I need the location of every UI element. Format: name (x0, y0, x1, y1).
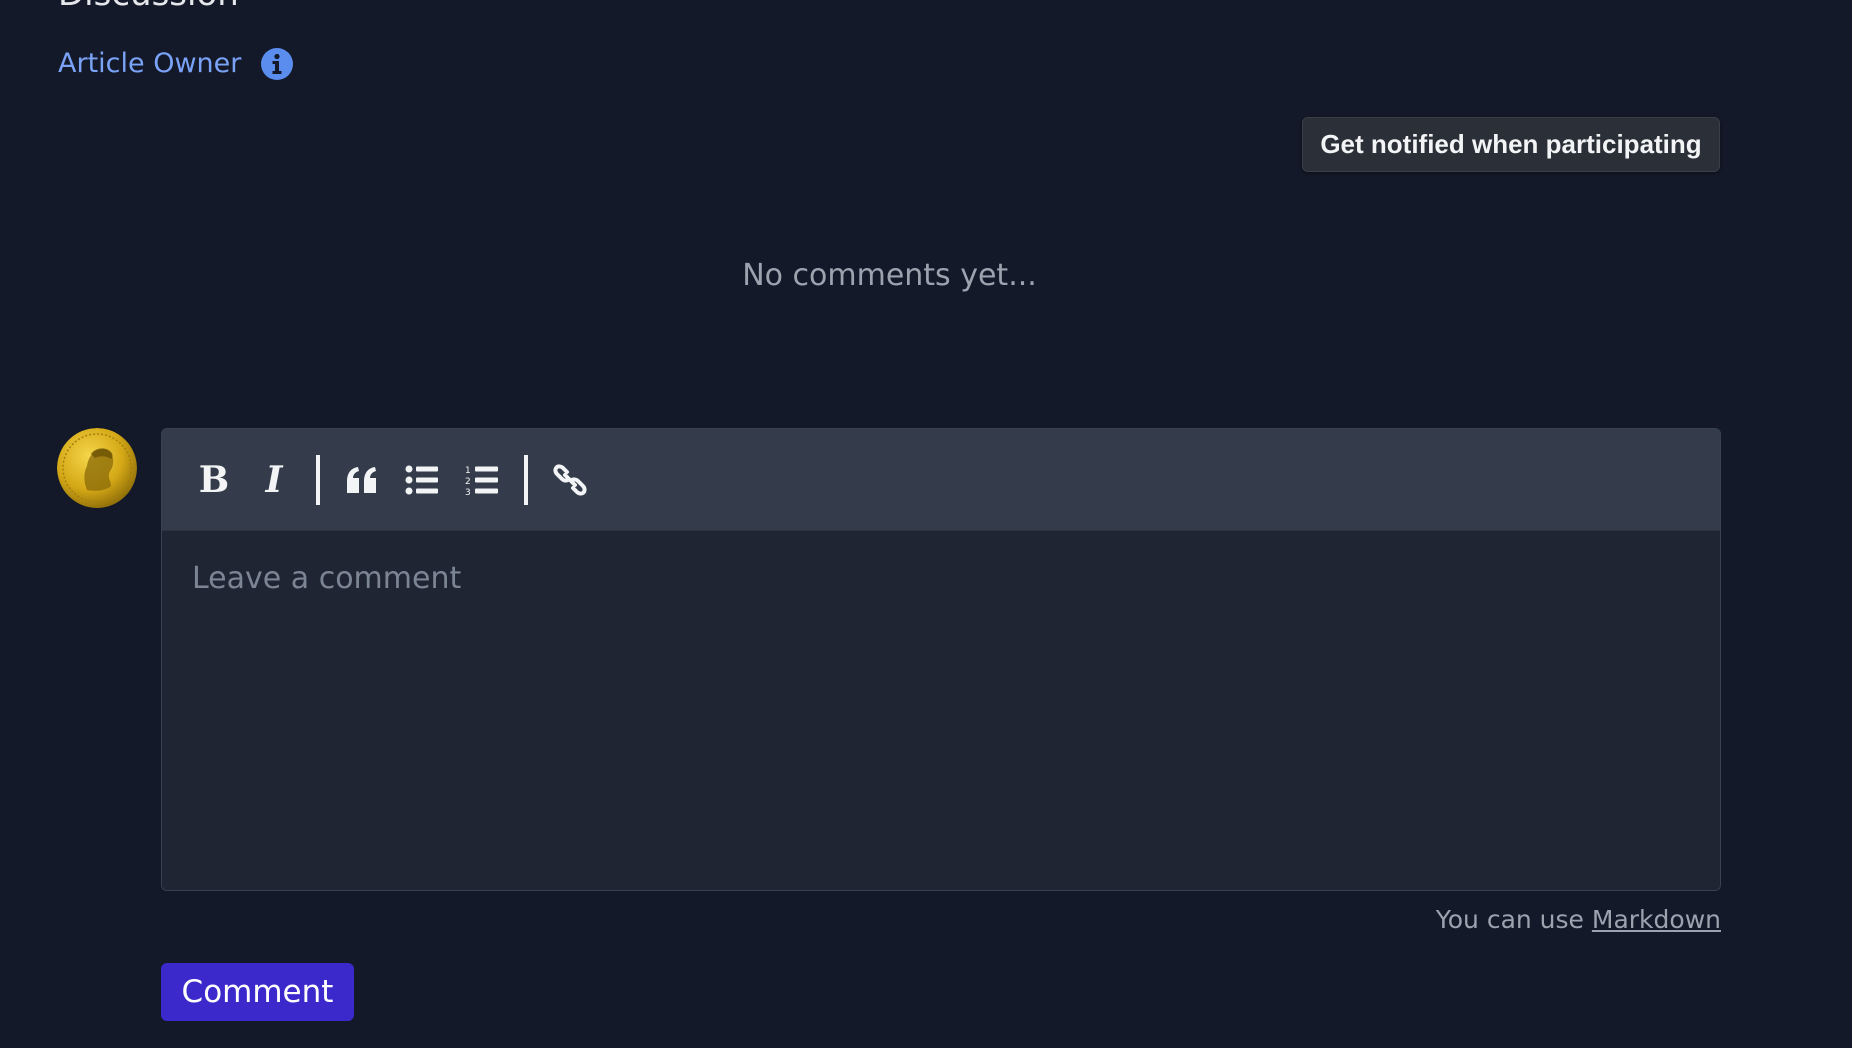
article-owner-link[interactable]: Article Owner (58, 46, 241, 82)
editor-toolbar: B I 1 2 3 (162, 429, 1720, 531)
markdown-link[interactable]: Markdown (1592, 905, 1721, 934)
italic-icon[interactable]: I (250, 456, 298, 504)
svg-text:3: 3 (465, 488, 471, 496)
comment-textarea[interactable] (162, 531, 1720, 890)
no-comments-message: No comments yet... (742, 258, 1037, 293)
avatar (57, 428, 137, 508)
info-circle-icon[interactable] (261, 48, 294, 80)
svg-text:2: 2 (465, 477, 471, 487)
article-owner-row: Article Owner (58, 46, 294, 82)
quote-icon[interactable] (338, 456, 386, 504)
section-title: Discussion (58, 0, 239, 14)
toolbar-divider (524, 454, 528, 505)
unordered-list-icon[interactable] (398, 456, 446, 504)
discussion-page: Discussion Article Owner Get notified wh… (0, 0, 1852, 1048)
svg-text:1: 1 (465, 466, 471, 476)
toolbar-divider (316, 454, 320, 505)
get-notified-button[interactable]: Get notified when participating (1302, 117, 1720, 172)
comment-submit-button[interactable]: Comment (161, 963, 354, 1021)
markdown-hint-prefix: You can use (1435, 905, 1584, 934)
ordered-list-icon[interactable]: 1 2 3 (458, 456, 506, 504)
comment-editor: B I 1 2 3 Leave a comment (161, 428, 1721, 891)
link-icon[interactable] (546, 456, 594, 504)
bold-icon[interactable]: B (190, 456, 238, 504)
markdown-hint: You can use Markdown (1436, 904, 1721, 936)
